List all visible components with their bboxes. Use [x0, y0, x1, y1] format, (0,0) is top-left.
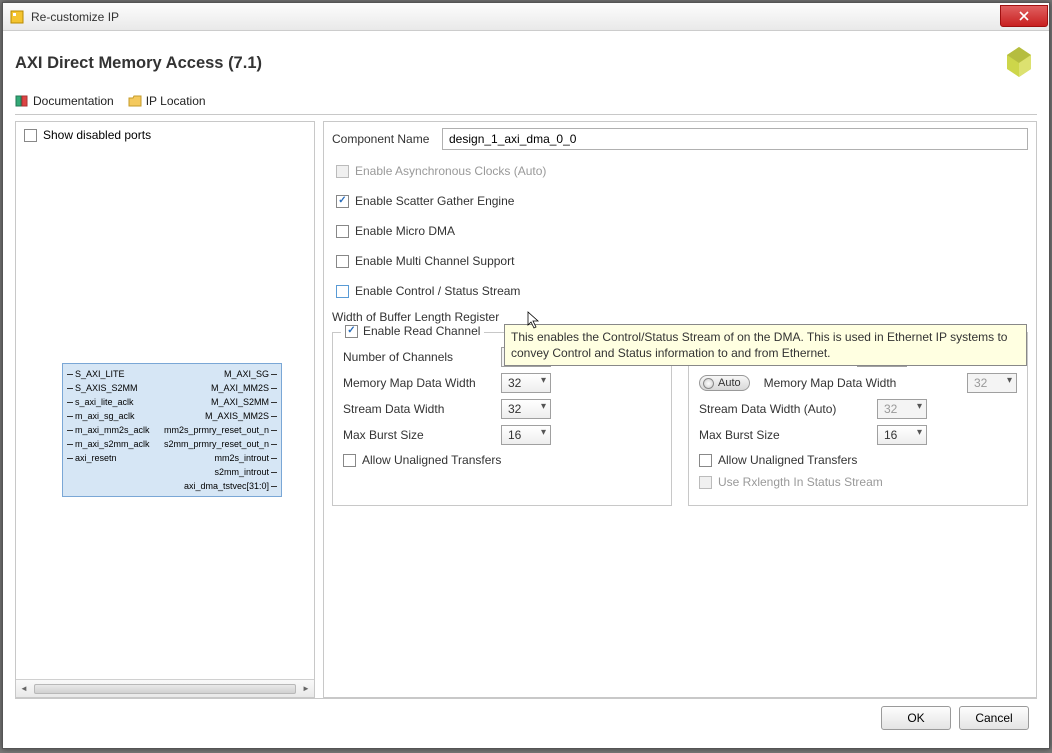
- cancel-button[interactable]: Cancel: [959, 706, 1029, 730]
- component-name-label: Component Name: [332, 132, 442, 146]
- scroll-left-arrow[interactable]: ◄: [16, 681, 32, 697]
- width-buffer-label: Width of Buffer Length Register: [332, 310, 512, 324]
- port-left: S_AXI_LITE: [67, 367, 156, 381]
- port-right: M_AXIS_MM2S: [205, 409, 277, 423]
- ip-location-link[interactable]: IP Location: [128, 94, 206, 108]
- show-disabled-label: Show disabled ports: [43, 128, 151, 142]
- ip-location-label: IP Location: [146, 94, 206, 108]
- auto-toggle[interactable]: Auto: [699, 375, 750, 391]
- close-button[interactable]: [1000, 5, 1048, 27]
- tooltip: This enables the Control/Status Stream o…: [504, 324, 1027, 366]
- link-bar: Documentation IP Location: [15, 94, 1037, 115]
- rxlength-checkbox: [699, 476, 712, 489]
- micro-dma-label: Enable Micro DMA: [355, 224, 455, 238]
- rxlength-label: Use Rxlength In Status Stream: [718, 475, 883, 489]
- port-right: axi_dma_tstvec[31:0]: [184, 479, 277, 493]
- read-num-channels-label: Number of Channels: [343, 350, 493, 364]
- ctrl-status-label: Enable Control / Status Stream: [355, 284, 520, 298]
- micro-dma-checkbox[interactable]: [336, 225, 349, 238]
- read-memmap-select[interactable]: 32: [501, 373, 551, 393]
- ctrl-status-checkbox[interactable]: [336, 285, 349, 298]
- port-right: s2mm_prmry_reset_out_n: [164, 437, 277, 451]
- read-memmap-label: Memory Map Data Width: [343, 376, 493, 390]
- port-left: m_axi_s2mm_aclk: [67, 437, 156, 451]
- preview-panel: Show disabled ports S_AXI_LITE S_AXIS_S2…: [15, 121, 315, 698]
- component-name-input[interactable]: [442, 128, 1028, 150]
- scroll-right-arrow[interactable]: ►: [298, 681, 314, 697]
- write-burst-select[interactable]: 16: [877, 425, 927, 445]
- port-right: mm2s_prmry_reset_out_n: [164, 423, 277, 437]
- port-left: m_axi_sg_aclk: [67, 409, 156, 423]
- port-left: m_axi_mm2s_aclk: [67, 423, 156, 437]
- read-channel-checkbox[interactable]: [345, 325, 358, 338]
- config-panel: Component Name Enable Asynchronous Clock…: [323, 121, 1037, 698]
- write-memmap-label: Memory Map Data Width: [764, 376, 959, 390]
- read-stream-label: Stream Data Width: [343, 402, 493, 416]
- write-stream-select[interactable]: 32: [877, 399, 927, 419]
- write-stream-label: Stream Data Width (Auto): [699, 402, 869, 416]
- port-right: M_AXI_SG: [224, 367, 277, 381]
- multi-channel-label: Enable Multi Channel Support: [355, 254, 514, 268]
- book-icon: [15, 94, 29, 108]
- port-right: s2mm_introut: [214, 465, 277, 479]
- write-memmap-select[interactable]: 32: [967, 373, 1017, 393]
- read-burst-label: Max Burst Size: [343, 428, 493, 442]
- horizontal-scrollbar[interactable]: ◄ ►: [16, 679, 314, 697]
- window-icon: [9, 9, 25, 25]
- scatter-gather-checkbox[interactable]: [336, 195, 349, 208]
- write-unaligned-label: Allow Unaligned Transfers: [718, 453, 857, 467]
- xilinx-logo: [1001, 43, 1037, 84]
- async-clocks-label: Enable Asynchronous Clocks (Auto): [355, 164, 546, 178]
- documentation-label: Documentation: [33, 94, 114, 108]
- titlebar: Re-customize IP: [3, 3, 1049, 31]
- ip-block-diagram: S_AXI_LITE S_AXIS_S2MM s_axi_lite_aclk m…: [62, 363, 282, 497]
- read-burst-select[interactable]: 16: [501, 425, 551, 445]
- port-right: M_AXI_MM2S: [211, 381, 277, 395]
- read-unaligned-checkbox[interactable]: [343, 454, 356, 467]
- port-right: M_AXI_S2MM: [211, 395, 277, 409]
- folder-icon: [128, 94, 142, 108]
- port-left: s_axi_lite_aclk: [67, 395, 156, 409]
- ok-button[interactable]: OK: [881, 706, 951, 730]
- port-left: axi_resetn: [67, 451, 156, 465]
- scroll-thumb[interactable]: [34, 684, 296, 694]
- read-channel-title: Enable Read Channel: [363, 324, 480, 338]
- cursor-icon: [527, 311, 541, 332]
- documentation-link[interactable]: Documentation: [15, 94, 114, 108]
- ip-title: AXI Direct Memory Access (7.1): [15, 54, 262, 73]
- window-title: Re-customize IP: [31, 10, 1000, 24]
- port-left: S_AXIS_S2MM: [67, 381, 156, 395]
- show-disabled-checkbox[interactable]: [24, 129, 37, 142]
- scatter-gather-label: Enable Scatter Gather Engine: [355, 194, 514, 208]
- read-stream-select[interactable]: 32: [501, 399, 551, 419]
- multi-channel-checkbox[interactable]: [336, 255, 349, 268]
- read-unaligned-label: Allow Unaligned Transfers: [362, 453, 501, 467]
- async-clocks-checkbox: [336, 165, 349, 178]
- write-burst-label: Max Burst Size: [699, 428, 869, 442]
- write-unaligned-checkbox[interactable]: [699, 454, 712, 467]
- port-right: mm2s_introut: [214, 451, 277, 465]
